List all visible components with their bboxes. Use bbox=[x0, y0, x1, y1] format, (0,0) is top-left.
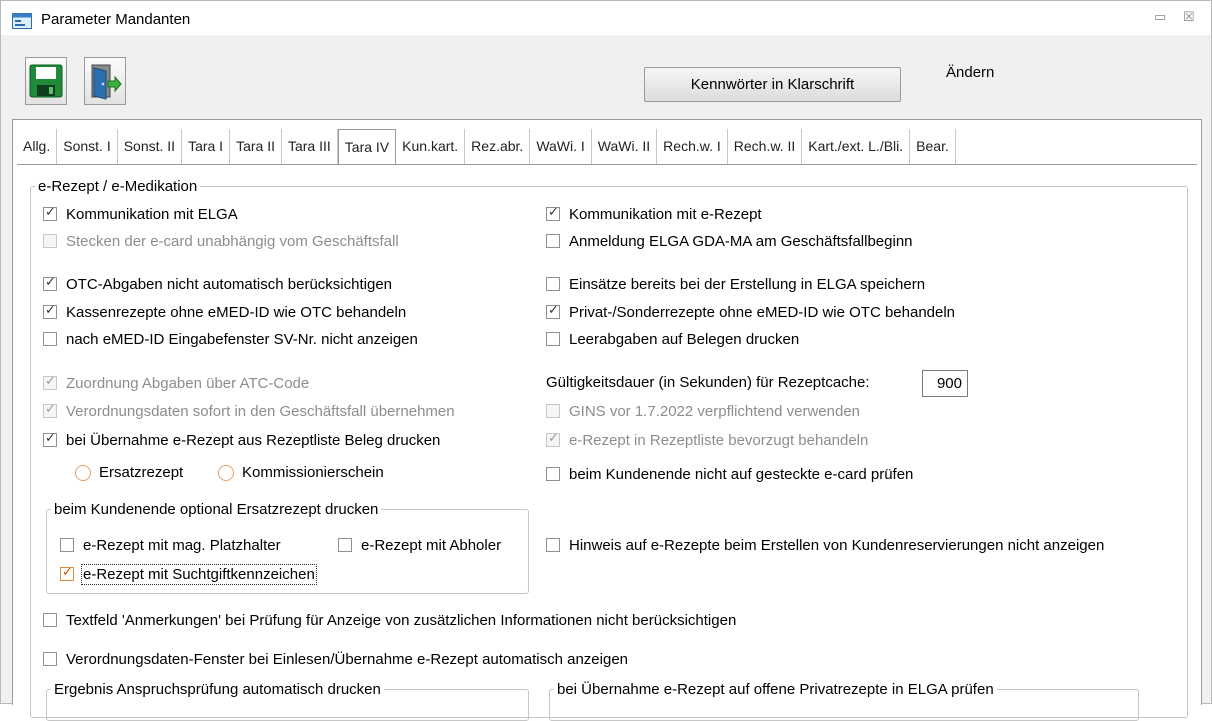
gueltigkeit-label: Gültigkeitsdauer (in Sekunden) für Rezep… bbox=[546, 374, 870, 391]
tab-wawi-2[interactable]: WaWi. II bbox=[591, 129, 658, 164]
kommissionierschein-radio[interactable]: Kommissionierschein bbox=[218, 464, 384, 481]
tab-bear[interactable]: Bear. bbox=[910, 129, 956, 164]
checkbox-box[interactable] bbox=[546, 205, 560, 221]
anmeldung-elga-checkbox[interactable]: Anmeldung ELGA GDA-MA am Geschäftsfallbe… bbox=[546, 231, 913, 251]
anspruch-group: Ergebnis Anspruchsprüfung automatisch dr… bbox=[46, 681, 529, 721]
checkbox-box[interactable] bbox=[338, 538, 352, 552]
checkbox-box[interactable] bbox=[546, 234, 560, 248]
gueltigkeit-input[interactable] bbox=[922, 370, 968, 397]
stecken-ecard-checkbox: Stecken der e-card unabhängig vom Geschä… bbox=[43, 231, 399, 251]
mode-label: Ändern bbox=[946, 64, 995, 81]
tab-rechw-2[interactable]: Rech.w. II bbox=[727, 129, 803, 164]
kundenende-legend: beim Kundenende optional Ersatzrezept dr… bbox=[54, 501, 379, 518]
gins-checkbox: GINS vor 1.7.2022 verpflichtend verwende… bbox=[546, 401, 860, 421]
tab-sonst-1[interactable]: Sonst. I bbox=[57, 129, 118, 164]
checkbox-box[interactable] bbox=[43, 275, 57, 291]
tab-tara-4[interactable]: Tara IV bbox=[337, 129, 397, 165]
privatrezepte-elga-legend: bei Übernahme e-Rezept auf offene Privat… bbox=[557, 681, 994, 698]
save-button[interactable] bbox=[25, 57, 67, 105]
checkbox-box[interactable] bbox=[43, 205, 57, 221]
checkbox-box[interactable] bbox=[43, 332, 57, 346]
checkbox-box bbox=[546, 404, 560, 418]
kommunikation-erezept-checkbox[interactable]: Kommunikation mit e-Rezept bbox=[546, 204, 762, 224]
hinweis-checkbox[interactable]: Hinweis auf e-Rezepte beim Erstellen von… bbox=[546, 535, 1104, 555]
checkbox-box bbox=[546, 431, 560, 447]
title-bar: Parameter Mandanten ▭ ☒ bbox=[1, 1, 1211, 35]
tab-allg[interactable]: Allg. bbox=[17, 129, 58, 164]
checkbox-box[interactable] bbox=[546, 467, 560, 481]
checkbox-box[interactable] bbox=[546, 303, 560, 319]
minimize-button[interactable]: ▭ bbox=[1154, 9, 1166, 25]
verordnungsfenster-checkbox[interactable]: Verordnungsdaten-Fenster bei Einlesen/Üb… bbox=[43, 649, 628, 669]
tab-tara-1[interactable]: Tara I bbox=[182, 129, 231, 164]
window-app-icon bbox=[12, 13, 32, 29]
verordnungsdaten-checkbox: Verordnungsdaten sofort in den Geschäfts… bbox=[43, 401, 455, 421]
leerabgaben-checkbox[interactable]: Leerabgaben auf Belegen drucken bbox=[546, 329, 799, 349]
checkbox-box[interactable] bbox=[60, 565, 74, 581]
einsaetze-checkbox[interactable]: Einsätze bereits bei der Erstellung in E… bbox=[546, 274, 925, 294]
tab-kart-ext[interactable]: Kart./ext. L./Bli. bbox=[802, 129, 911, 164]
radio-circle[interactable] bbox=[75, 464, 91, 481]
checkbox-box[interactable] bbox=[43, 431, 57, 447]
erezept-legend: e-Rezept / e-Medikation bbox=[38, 178, 198, 195]
radio-circle[interactable] bbox=[218, 464, 234, 481]
checkbox-box bbox=[43, 374, 57, 390]
window-title: Parameter Mandanten bbox=[41, 11, 191, 28]
parameter-window: Parameter Mandanten ▭ ☒ Kennwörter in Kl… bbox=[0, 0, 1212, 721]
floppy-disk-icon bbox=[29, 64, 63, 98]
checkbox-box[interactable] bbox=[546, 277, 560, 291]
show-passwords-cleartext-button[interactable]: Kennwörter in Klarschrift bbox=[644, 67, 901, 102]
tab-kunkart[interactable]: Kun.kart. bbox=[396, 129, 466, 164]
checkbox-box[interactable] bbox=[43, 652, 57, 666]
tab-wawi-1[interactable]: WaWi. I bbox=[530, 129, 592, 164]
tab-strip: Allg. Sonst. I Sonst. II Tara I Tara II … bbox=[17, 129, 956, 165]
tab-divider bbox=[17, 164, 1197, 165]
checkbox-box[interactable] bbox=[546, 538, 560, 552]
anspruch-legend: Ergebnis Anspruchsprüfung automatisch dr… bbox=[54, 681, 381, 698]
kassenrezepte-checkbox[interactable]: Kassenrezepte ohne eMED-ID wie OTC behan… bbox=[43, 302, 406, 322]
checkbox-box bbox=[43, 402, 57, 418]
exit-door-icon bbox=[91, 64, 122, 100]
platzhalter-checkbox[interactable]: e-Rezept mit mag. Platzhalter bbox=[60, 535, 281, 555]
privatrezepte-checkbox[interactable]: Privat-/Sonderrezepte ohne eMED-ID wie O… bbox=[546, 302, 955, 322]
privatrezepte-elga-group: bei Übernahme e-Rezept auf offene Privat… bbox=[549, 681, 1139, 721]
suchtgift-checkbox[interactable]: e-Rezept mit Suchtgiftkennzeichen bbox=[60, 563, 317, 585]
checkbox-box[interactable] bbox=[60, 538, 74, 552]
tab-tara-3[interactable]: Tara III bbox=[281, 129, 338, 164]
ecard-pruefen-checkbox[interactable]: beim Kundenende nicht auf gesteckte e-ca… bbox=[546, 464, 913, 484]
checkbox-box[interactable] bbox=[546, 332, 560, 346]
beleg-drucken-checkbox[interactable]: bei Übernahme e-Rezept aus Rezeptliste B… bbox=[43, 430, 440, 450]
zuordnung-atc-checkbox: Zuordnung Abgaben über ATC-Code bbox=[43, 373, 309, 393]
ersatzrezept-radio[interactable]: Ersatzrezept bbox=[75, 464, 183, 481]
kommunikation-elga-checkbox[interactable]: Kommunikation mit ELGA bbox=[43, 204, 238, 224]
tab-sonst-2[interactable]: Sonst. II bbox=[117, 129, 183, 164]
checkbox-box[interactable] bbox=[43, 303, 57, 319]
exit-button[interactable] bbox=[84, 57, 126, 105]
checkbox-box[interactable] bbox=[43, 613, 57, 627]
checkbox-box bbox=[43, 234, 57, 248]
bevorzugt-checkbox: e-Rezept in Rezeptliste bevorzugt behand… bbox=[546, 430, 868, 450]
close-button[interactable]: ☒ bbox=[1183, 9, 1195, 25]
otc-abgaben-checkbox[interactable]: OTC-Abgaben nicht automatisch berücksich… bbox=[43, 274, 392, 294]
anmerkungen-checkbox[interactable]: Textfeld 'Anmerkungen' bei Prüfung für A… bbox=[43, 610, 736, 630]
tab-rezabr[interactable]: Rez.abr. bbox=[465, 129, 531, 164]
svnr-fenster-checkbox[interactable]: nach eMED-ID Eingabefenster SV-Nr. nicht… bbox=[43, 329, 418, 349]
abholer-checkbox[interactable]: e-Rezept mit Abholer bbox=[338, 535, 501, 555]
tab-rechw-1[interactable]: Rech.w. I bbox=[657, 129, 728, 164]
tab-tara-2[interactable]: Tara II bbox=[230, 129, 282, 164]
